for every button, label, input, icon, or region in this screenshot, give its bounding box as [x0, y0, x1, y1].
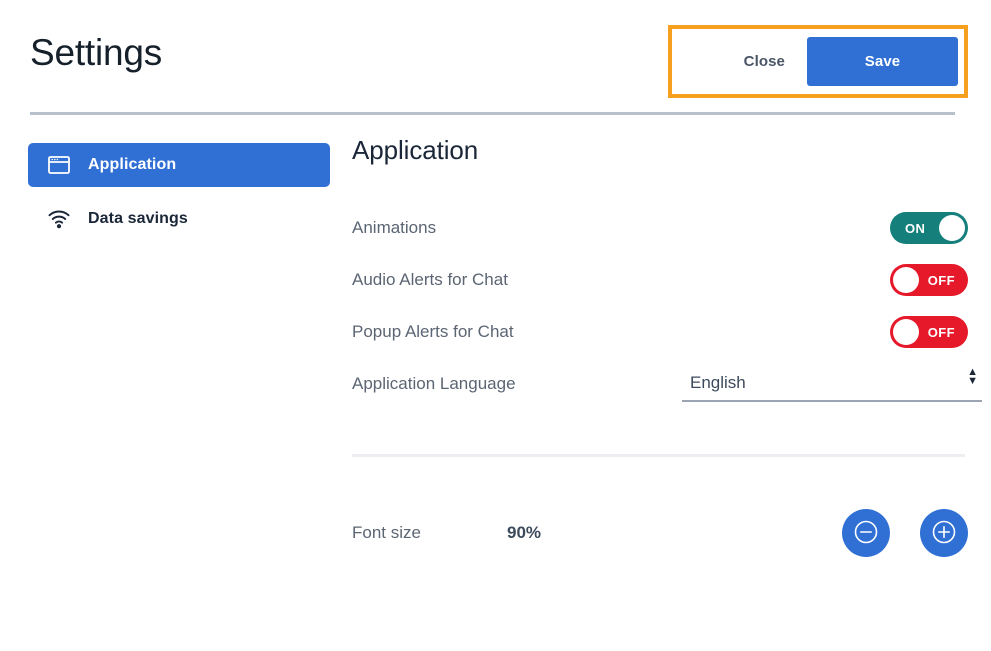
save-button[interactable]: Save [807, 37, 958, 86]
wifi-icon [46, 208, 72, 230]
sidebar: Application Data savings [28, 143, 330, 251]
settings-header: Settings Close Save [0, 0, 991, 115]
plus-circle-icon [931, 519, 957, 548]
font-size-buttons [541, 509, 968, 557]
page-title: Settings [30, 32, 163, 73]
toggle-knob [893, 267, 919, 293]
toggle-knob [939, 215, 965, 241]
animations-toggle[interactable]: ON [890, 212, 968, 244]
setting-label: Application Language [352, 374, 516, 393]
toggle-state-label: OFF [927, 272, 955, 288]
setting-row-application-language: Application Language English ▲ ▼ [352, 358, 982, 410]
setting-row-popup-alerts: Popup Alerts for Chat OFF [352, 306, 968, 358]
setting-control: ON [682, 212, 968, 244]
close-button[interactable]: Close [744, 53, 785, 70]
header-divider [30, 112, 955, 115]
sidebar-item-data-savings[interactable]: Data savings [28, 197, 330, 241]
minus-circle-icon [853, 519, 879, 548]
setting-row-audio-alerts: Audio Alerts for Chat OFF [352, 254, 968, 306]
content-heading: Application [352, 135, 479, 165]
sidebar-item-label: Data savings [88, 210, 188, 227]
setting-control: English ▲ ▼ [682, 366, 982, 402]
font-size-row: Font size 90% [352, 508, 968, 558]
setting-control: OFF [682, 264, 968, 296]
audio-alerts-toggle[interactable]: OFF [890, 264, 968, 296]
toggle-knob [893, 319, 919, 345]
setting-row-animations: Animations ON [352, 202, 968, 254]
popup-alerts-toggle[interactable]: OFF [890, 316, 968, 348]
setting-label: Popup Alerts for Chat [352, 322, 514, 341]
window-icon [46, 154, 72, 176]
chevron-updown-icon: ▲ ▼ [967, 366, 978, 387]
select-value: English [690, 373, 746, 392]
toggle-state-label: ON [905, 220, 926, 236]
section-divider [352, 454, 965, 457]
setting-control: OFF [682, 316, 968, 348]
application-language-select[interactable]: English ▲ ▼ [682, 366, 982, 402]
setting-label: Audio Alerts for Chat [352, 270, 508, 289]
sidebar-item-application[interactable]: Application [28, 143, 330, 187]
header-actions-highlight: Close Save [668, 25, 968, 98]
font-size-decrease-button[interactable] [842, 509, 890, 557]
font-size-increase-button[interactable] [920, 509, 968, 557]
font-size-label: Font size [352, 523, 421, 542]
sidebar-item-label: Application [88, 156, 177, 173]
settings-content-panel: Application Animations ON Audio Alerts f… [352, 135, 982, 558]
toggle-state-label: OFF [927, 324, 955, 340]
font-size-value: 90% [507, 523, 542, 542]
setting-label: Animations [352, 218, 437, 237]
